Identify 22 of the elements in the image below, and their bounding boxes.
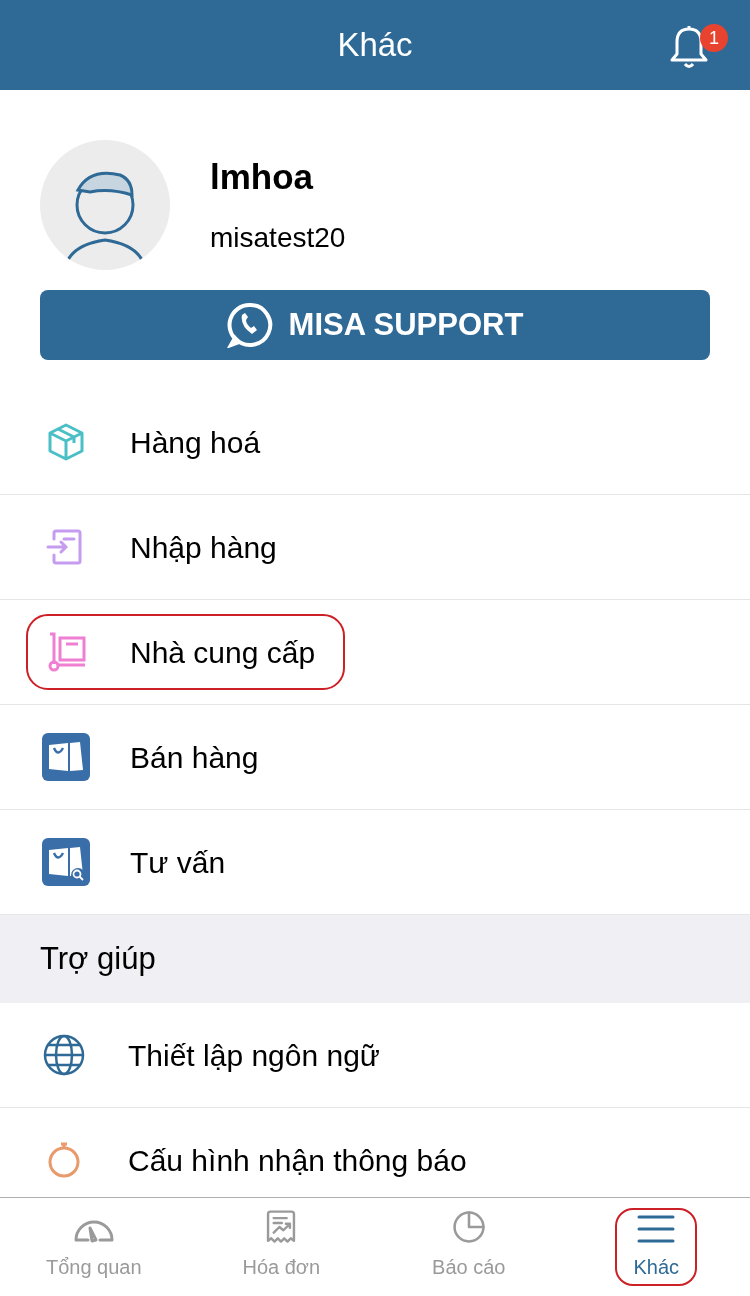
menu-item[interactable]: Tư vấn	[26, 824, 256, 900]
support-button[interactable]: MISA SUPPORT	[40, 290, 710, 360]
menu-icon	[637, 1214, 676, 1244]
header-title: Khác	[337, 25, 413, 66]
tab[interactable]: Khác	[615, 1208, 698, 1286]
notification-button[interactable]: 1	[670, 24, 730, 72]
trolley-icon	[46, 632, 86, 672]
section-title: Trợ giúp	[40, 939, 156, 978]
bell-icon	[670, 24, 708, 70]
shopping-search-icon	[42, 838, 90, 886]
menu-item[interactable]: Hàng hoá	[26, 404, 291, 480]
profile-username: misatest20	[210, 221, 346, 256]
menu-item[interactable]: Bán hàng	[26, 719, 289, 795]
globe-icon	[43, 1034, 85, 1076]
profile-name: lmhoa	[210, 155, 315, 198]
menu-item[interactable]: Nhà cung cấp	[26, 614, 346, 690]
notification-badge: 1	[700, 24, 728, 52]
help-item[interactable]: Thiết lập ngôn ngữ	[0, 1003, 750, 1108]
box-icon	[46, 422, 86, 462]
menu-item[interactable]: Nhập hàng	[26, 509, 307, 585]
phone-chat-icon	[226, 302, 273, 348]
shopping-bag-icon	[42, 733, 90, 781]
